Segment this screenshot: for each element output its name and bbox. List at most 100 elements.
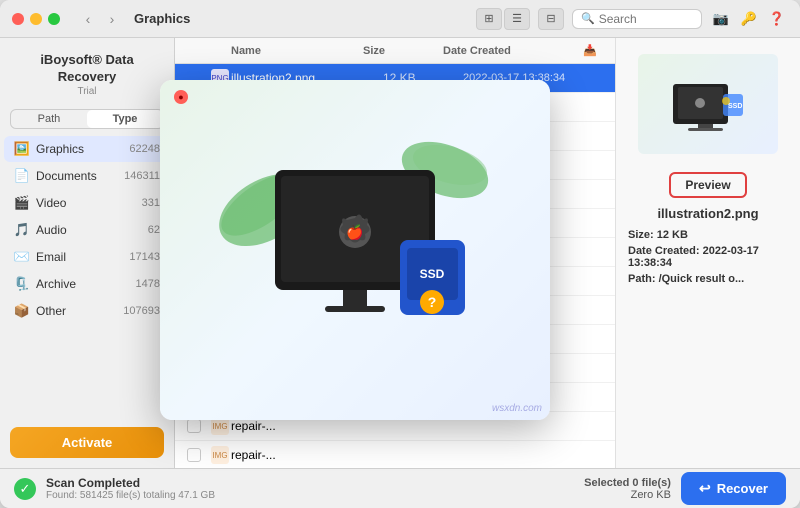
graphics-icon: 🖼️ (14, 141, 30, 157)
minimize-button[interactable] (30, 13, 42, 25)
preview-thumbnail: SSD (638, 54, 778, 154)
sidebar-item-video[interactable]: 🎬 Video 331 (4, 190, 170, 216)
sidebar-item-email[interactable]: ✉️ Email 17143 (4, 244, 170, 270)
filter-button[interactable]: ⊟ (538, 8, 564, 30)
documents-icon: 📄 (14, 168, 30, 184)
sidebar-item-label: Other (36, 304, 117, 318)
window-title: Graphics (134, 11, 190, 26)
grid-view-button[interactable]: ⊞ (476, 8, 502, 30)
tab-path[interactable]: Path (11, 110, 87, 128)
sidebar-item-label: Email (36, 250, 123, 264)
close-button[interactable] (12, 13, 24, 25)
bottom-bar: ✓ Scan Completed Found: 581425 file(s) t… (0, 468, 800, 508)
preview-popup: ● 🍎 SSD ? wsxd (160, 80, 550, 420)
file-detail-size: Size: 12 KB (628, 229, 788, 241)
sidebar-item-documents[interactable]: 📄 Documents 146311 (4, 163, 170, 189)
search-icon: 🔍 (581, 12, 595, 25)
header-name: Name (231, 45, 363, 57)
maximize-button[interactable] (48, 13, 60, 25)
sidebar-item-count: 107693 (123, 305, 160, 317)
video-icon: 🎬 (14, 195, 30, 211)
file-name: repair-... (231, 419, 383, 433)
path-label: Path: (628, 273, 656, 285)
sidebar-item-label: Documents (36, 169, 118, 183)
recover-button[interactable]: ↩ Recover (681, 472, 786, 505)
checkbox[interactable] (187, 419, 201, 433)
size-value: 12 KB (657, 229, 688, 241)
file-list-header: Name Size Date Created 📥 (175, 38, 615, 64)
app-trial-label: Trial (12, 86, 162, 97)
svg-text:SSD: SSD (420, 267, 445, 281)
audio-icon: 🎵 (14, 222, 30, 238)
help-icon[interactable]: ❓ (766, 8, 788, 30)
file-detail-path: Path: /Quick result o... (628, 273, 788, 285)
archive-icon: 🗜️ (14, 276, 30, 292)
sidebar-item-other[interactable]: 📦 Other 107693 (4, 298, 170, 324)
svg-text:?: ? (428, 294, 437, 310)
sidebar-item-audio[interactable]: 🎵 Audio 62 (4, 217, 170, 243)
navigation-buttons: ‹ › (78, 9, 122, 29)
sidebar-item-archive[interactable]: 🗜️ Archive 1478 (4, 271, 170, 297)
list-view-button[interactable]: ☰ (504, 8, 530, 30)
titlebar-right: ⊞ ☰ ⊟ 🔍 📷 🔑 ❓ (476, 8, 788, 30)
recover-icon: ↩ (699, 480, 711, 497)
thumbnail-svg: SSD (658, 69, 758, 139)
file-detail-name: illustration2.png (657, 206, 758, 221)
popup-close-button[interactable]: ● (174, 90, 188, 104)
illustration-svg: 🍎 SSD ? (205, 110, 505, 390)
svg-text:🍎: 🍎 (346, 223, 363, 241)
right-panel: SSD Preview illustration2.png Size: 12 K… (615, 38, 800, 468)
date-label: Date Created: (628, 245, 700, 257)
forward-button[interactable]: › (102, 9, 122, 29)
search-box: 🔍 (572, 9, 702, 29)
sidebar-header: iBoysoft® Data Recovery Trial (0, 38, 174, 103)
header-size: Size (363, 45, 443, 57)
view-toggle: ⊞ ☰ (476, 8, 530, 30)
selected-size-label: Zero KB (584, 489, 671, 501)
back-button[interactable]: ‹ (78, 9, 98, 29)
selected-info: Selected 0 file(s) Zero KB (584, 477, 671, 501)
camera-icon[interactable]: 📷 (710, 8, 732, 30)
table-row[interactable]: IMG repair-... (175, 441, 615, 468)
recover-label: Recover (717, 481, 768, 496)
sidebar-item-graphics[interactable]: 🖼️ Graphics 62248 (4, 136, 170, 162)
watermark: wsxdn.com (492, 403, 542, 414)
sidebar-item-label: Audio (36, 223, 142, 237)
path-type-tabs: Path Type (10, 109, 164, 129)
preview-button[interactable]: Preview (669, 172, 746, 198)
titlebar: ‹ › Graphics ⊞ ☰ ⊟ 🔍 📷 🔑 ❓ (0, 0, 800, 38)
sidebar-item-count: 146311 (124, 170, 160, 182)
checkbox[interactable] (187, 448, 201, 462)
size-label: Size: (628, 229, 654, 241)
thumbnail-image: SSD (638, 54, 778, 154)
activate-button[interactable]: Activate (10, 427, 164, 458)
email-icon: ✉️ (14, 249, 30, 265)
scan-complete-icon: ✓ (14, 478, 36, 500)
other-icon: 📦 (14, 303, 30, 319)
sidebar-item-label: Graphics (36, 142, 123, 156)
sidebar-items: 🖼️ Graphics 62248 📄 Documents 146311 🎬 V… (0, 135, 174, 417)
sidebar-item-count: 331 (142, 197, 160, 209)
popup-illustration: 🍎 SSD ? wsxdn.com (160, 80, 550, 420)
sidebar-item-label: Archive (36, 277, 130, 291)
sidebar-item-count: 62248 (129, 143, 160, 155)
scan-status-label: Scan Completed (46, 476, 574, 490)
sidebar-item-count: 1478 (136, 278, 160, 290)
sidebar-item-label: Video (36, 196, 136, 210)
search-input[interactable] (599, 12, 689, 26)
svg-text:SSD: SSD (728, 103, 742, 110)
tab-type[interactable]: Type (87, 110, 163, 128)
sidebar: iBoysoft® Data Recovery Trial Path Type … (0, 38, 175, 468)
header-extra: 📥 (583, 44, 603, 57)
file-name: repair-... (231, 448, 383, 462)
file-detail-date: Date Created: 2022-03-17 13:38:34 (628, 245, 788, 269)
header-date: Date Created (443, 45, 583, 57)
traffic-lights (12, 13, 60, 25)
sidebar-item-count: 62 (148, 224, 160, 236)
app-title: iBoysoft® Data Recovery (12, 52, 162, 86)
scan-info: Scan Completed Found: 581425 file(s) tot… (46, 476, 574, 501)
info-icon[interactable]: 🔑 (738, 8, 760, 30)
sidebar-bottom: Activate (0, 417, 174, 468)
sidebar-item-count: 17143 (129, 251, 160, 263)
path-value: /Quick result o... (659, 273, 745, 285)
